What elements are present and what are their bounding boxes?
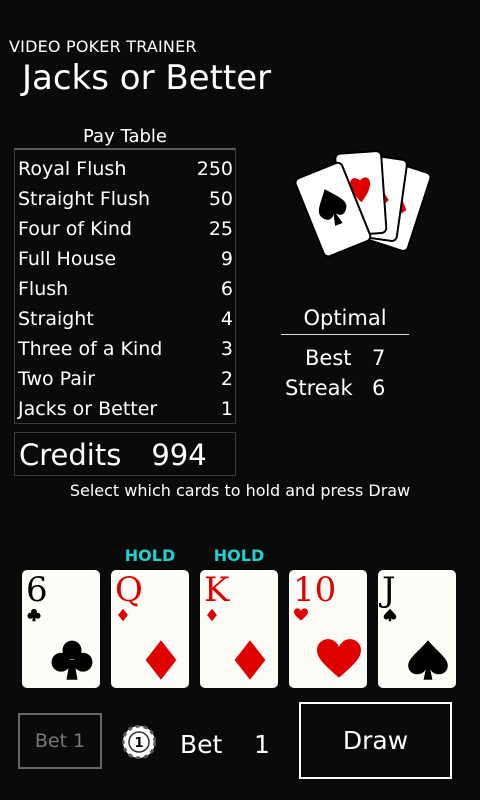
- credits-value: 994: [151, 438, 207, 472]
- spade-icon: [383, 608, 397, 622]
- draw-button[interactable]: Draw: [299, 702, 452, 779]
- payout: 9: [220, 248, 233, 270]
- hand-name: Four of Kind: [18, 218, 132, 240]
- card-1[interactable]: 6: [22, 570, 100, 688]
- payout: 4: [220, 308, 233, 330]
- hold-label-card-3: HOLD: [213, 546, 265, 565]
- payout: 6: [220, 278, 233, 300]
- paytable-row: Flush 6: [15, 274, 235, 304]
- hand-name: Flush: [18, 278, 69, 300]
- card-2[interactable]: Q: [111, 570, 189, 688]
- best-label: Best: [305, 346, 352, 370]
- card-rank: J: [382, 570, 396, 610]
- bet-one-button[interactable]: Bet 1: [18, 713, 102, 769]
- app-name: VIDEO POKER TRAINER: [9, 37, 197, 56]
- hand-name: Straight Flush: [18, 188, 151, 210]
- bet-value: 1: [254, 730, 270, 759]
- hand-name: Royal Flush: [18, 158, 127, 180]
- payout: 250: [196, 158, 233, 180]
- streak-stat: Streak 6: [285, 376, 425, 400]
- payout: 25: [208, 218, 233, 240]
- club-icon: [51, 640, 93, 680]
- paytable-row: Three of a Kind 3: [15, 334, 235, 364]
- instruction-text: Select which cards to hold and press Dra…: [69, 481, 411, 500]
- heart-icon: [317, 639, 361, 678]
- heart-icon: [294, 608, 308, 621]
- paytable-row: Jacks or Better 1: [15, 394, 235, 424]
- diamond-icon: [207, 608, 217, 622]
- paytable-row: Two Pair 2: [15, 364, 235, 394]
- page-title: Jacks or Better: [22, 58, 272, 98]
- credits-box: Credits 994: [14, 432, 236, 476]
- payout: 1: [220, 398, 233, 420]
- payout: 3: [220, 338, 233, 360]
- diamond-icon: [118, 608, 128, 622]
- diamond-icon: [234, 640, 266, 680]
- paytable-title: Pay Table: [83, 126, 167, 147]
- card-rank: 6: [26, 570, 48, 610]
- chip-value: 1: [134, 736, 143, 751]
- card-fan-logo: [294, 150, 432, 258]
- credits-label: Credits: [19, 438, 122, 472]
- paytable: Royal Flush 250 Straight Flush 50 Four of …: [14, 148, 236, 424]
- bet-label: Bet: [180, 730, 223, 759]
- card-3[interactable]: K: [200, 570, 278, 688]
- hand-name: Two Pair: [18, 368, 96, 390]
- card-rank: Q: [115, 570, 143, 610]
- paytable-row: Straight 4: [15, 304, 235, 334]
- hand-name: Straight: [18, 308, 94, 330]
- card-rank: 10: [293, 570, 337, 610]
- card-rank: K: [204, 570, 230, 610]
- hand-name: Jacks or Better: [18, 398, 158, 420]
- chip-icon: 1: [122, 725, 156, 759]
- optimal-title: Optimal: [281, 306, 409, 335]
- best-stat: Best 7: [285, 346, 425, 370]
- hand-name: Full House: [18, 248, 117, 270]
- streak-label: Streak: [285, 376, 353, 400]
- paytable-row: Royal Flush 250: [15, 154, 235, 184]
- paytable-row: Straight Flush 50: [15, 184, 235, 214]
- spade-icon: [408, 640, 448, 680]
- club-icon: [27, 608, 41, 622]
- hand-name: Three of a Kind: [18, 338, 163, 360]
- paytable-row: Full House 9: [15, 244, 235, 274]
- card-5[interactable]: J: [378, 570, 456, 688]
- diamond-icon: [145, 640, 177, 680]
- payout: 50: [208, 188, 233, 210]
- paytable-row: Four of Kind 25: [15, 214, 235, 244]
- streak-value: 6: [372, 376, 386, 400]
- hold-label-card-2: HOLD: [124, 546, 176, 565]
- card-4[interactable]: 10: [289, 570, 367, 688]
- best-value: 7: [372, 346, 386, 370]
- payout: 2: [220, 368, 233, 390]
